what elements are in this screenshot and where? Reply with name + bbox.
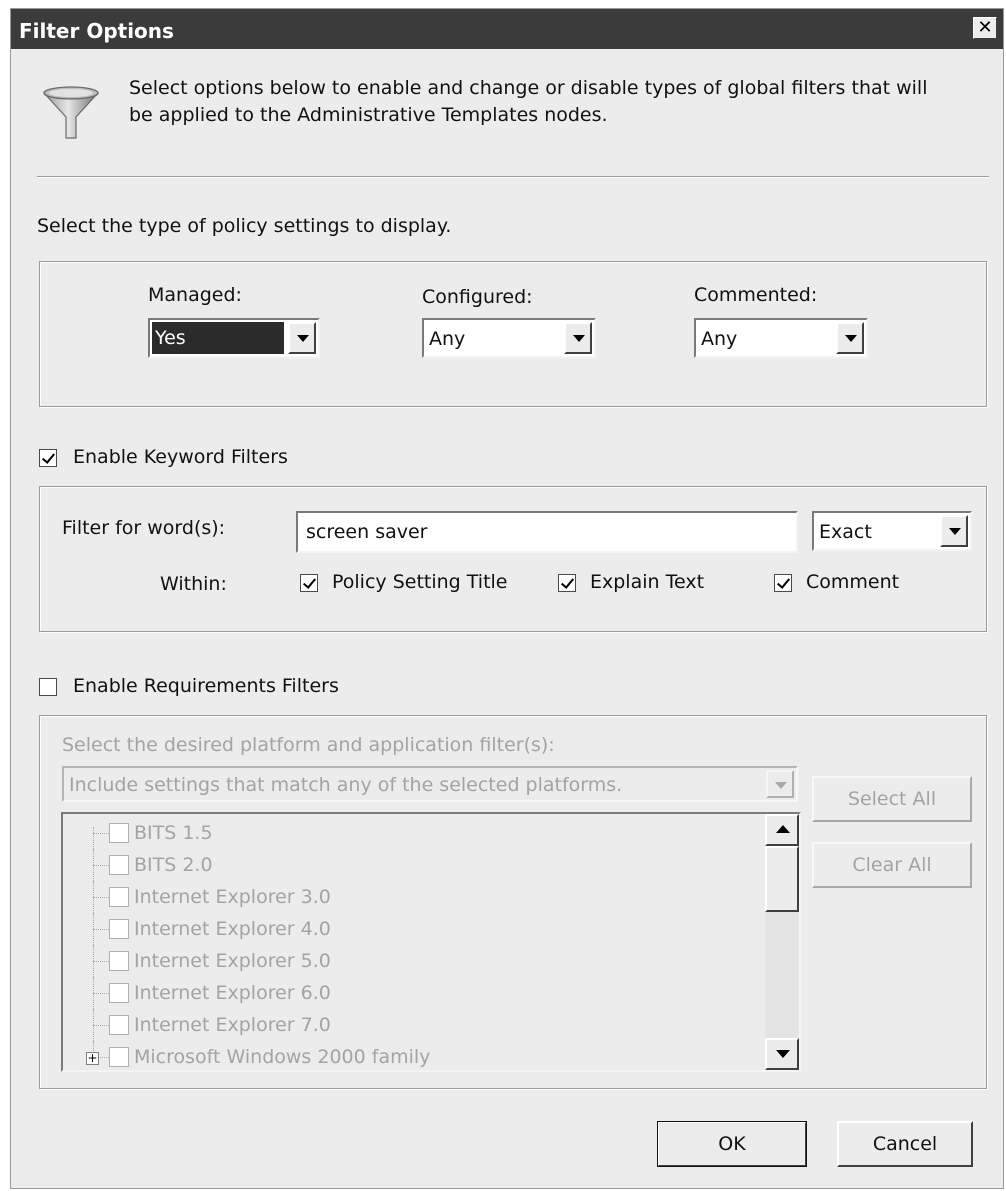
platform-match-value: Include settings that match any of the s…	[69, 774, 623, 796]
dialog-title: Filter Options	[19, 19, 174, 43]
platform-checkbox[interactable]	[109, 887, 129, 907]
enable-requirements-filters-checkbox[interactable]	[39, 678, 57, 696]
keyword-filters-group: Filter for word(s): screen saver Exact W…	[39, 486, 987, 632]
chevron-down-icon[interactable]	[940, 515, 968, 547]
commented-value: Any	[701, 328, 738, 350]
close-button[interactable]: ✕	[973, 17, 997, 39]
title-bar: Filter Options ✕	[11, 9, 1003, 49]
platform-label: BITS 1.5	[134, 822, 213, 844]
list-item[interactable]: Internet Explorer 3.0	[63, 881, 763, 913]
list-item[interactable]: Internet Explorer 5.0	[63, 945, 763, 977]
platform-filter-label: Select the desired platform and applicat…	[62, 734, 555, 756]
chevron-down-icon[interactable]	[766, 770, 794, 798]
enable-keyword-filters-checkbox[interactable]	[39, 449, 57, 467]
enable-keyword-filters-label: Enable Keyword Filters	[73, 446, 288, 468]
within-label: Within:	[160, 573, 227, 595]
policy-type-label: Select the type of policy settings to di…	[37, 215, 452, 237]
platform-label: Internet Explorer 4.0	[134, 918, 331, 940]
platform-label: Internet Explorer 7.0	[134, 1014, 331, 1036]
configured-label: Configured:	[422, 286, 533, 308]
filter-words-label: Filter for word(s):	[62, 517, 226, 539]
scroll-down-icon[interactable]	[765, 1038, 799, 1070]
platform-label: Internet Explorer 5.0	[134, 950, 331, 972]
clear-all-button[interactable]: Clear All	[812, 842, 972, 888]
separator	[37, 176, 989, 178]
list-item[interactable]: Internet Explorer 6.0	[63, 977, 763, 1009]
filter-words-input[interactable]: screen saver	[296, 511, 798, 553]
list-item[interactable]: + Microsoft Windows 2000 family	[63, 1041, 763, 1071]
expand-icon[interactable]: +	[86, 1052, 99, 1065]
within-explain-label: Explain Text	[590, 571, 705, 593]
managed-label: Managed:	[148, 284, 242, 306]
cancel-button[interactable]: Cancel	[837, 1121, 973, 1167]
platform-label: BITS 2.0	[134, 854, 213, 876]
platform-label: Internet Explorer 6.0	[134, 982, 331, 1004]
platform-checkbox[interactable]	[109, 919, 129, 939]
list-item[interactable]: BITS 1.5	[63, 817, 763, 849]
platform-checkbox[interactable]	[109, 1015, 129, 1035]
configured-select[interactable]: Any	[422, 318, 596, 358]
platform-checkbox[interactable]	[109, 1047, 129, 1067]
platform-checkbox[interactable]	[109, 823, 129, 843]
managed-value: Yes	[152, 322, 284, 354]
commented-select[interactable]: Any	[694, 318, 868, 358]
scrollbar[interactable]	[765, 814, 799, 1070]
platform-checkbox[interactable]	[109, 855, 129, 875]
scroll-thumb[interactable]	[765, 846, 799, 912]
enable-requirements-filters-label: Enable Requirements Filters	[73, 675, 339, 697]
close-icon: ✕	[977, 17, 993, 38]
intro-text: Select options below to enable and chang…	[129, 77, 928, 126]
ok-button[interactable]: OK	[657, 1121, 807, 1167]
platform-match-select[interactable]: Include settings that match any of the s…	[62, 766, 798, 802]
policy-type-group: Managed: Yes Configured: Any Commented: …	[39, 261, 987, 407]
commented-label: Commented:	[694, 284, 818, 306]
platform-label: Internet Explorer 3.0	[134, 886, 331, 908]
chevron-down-icon[interactable]	[288, 322, 316, 354]
chevron-down-icon[interactable]	[564, 322, 592, 354]
filter-words-value: screen saver	[306, 521, 428, 543]
list-item[interactable]: BITS 2.0	[63, 849, 763, 881]
configured-value: Any	[429, 328, 466, 350]
platform-tree[interactable]: BITS 1.5 BITS 2.0 Internet Explorer 3.0 …	[61, 812, 801, 1072]
platform-checkbox[interactable]	[109, 951, 129, 971]
list-item[interactable]: Internet Explorer 7.0	[63, 1009, 763, 1041]
list-item[interactable]: Internet Explorer 4.0	[63, 913, 763, 945]
managed-select[interactable]: Yes	[148, 318, 320, 358]
scroll-up-icon[interactable]	[765, 814, 799, 846]
match-type-select[interactable]: Exact	[812, 511, 972, 551]
match-type-value: Exact	[819, 521, 872, 543]
within-title-label: Policy Setting Title	[332, 571, 508, 593]
within-title-checkbox[interactable]	[300, 574, 318, 592]
within-comment-label: Comment	[806, 571, 900, 593]
funnel-icon	[43, 86, 99, 139]
platform-label: Microsoft Windows 2000 family	[134, 1046, 431, 1068]
within-comment-checkbox[interactable]	[774, 574, 792, 592]
filter-options-dialog: Filter Options ✕ Select options below to…	[10, 8, 1004, 1189]
within-explain-checkbox[interactable]	[558, 574, 576, 592]
chevron-down-icon[interactable]	[836, 322, 864, 354]
platform-checkbox[interactable]	[109, 983, 129, 1003]
select-all-button[interactable]: Select All	[812, 776, 972, 822]
